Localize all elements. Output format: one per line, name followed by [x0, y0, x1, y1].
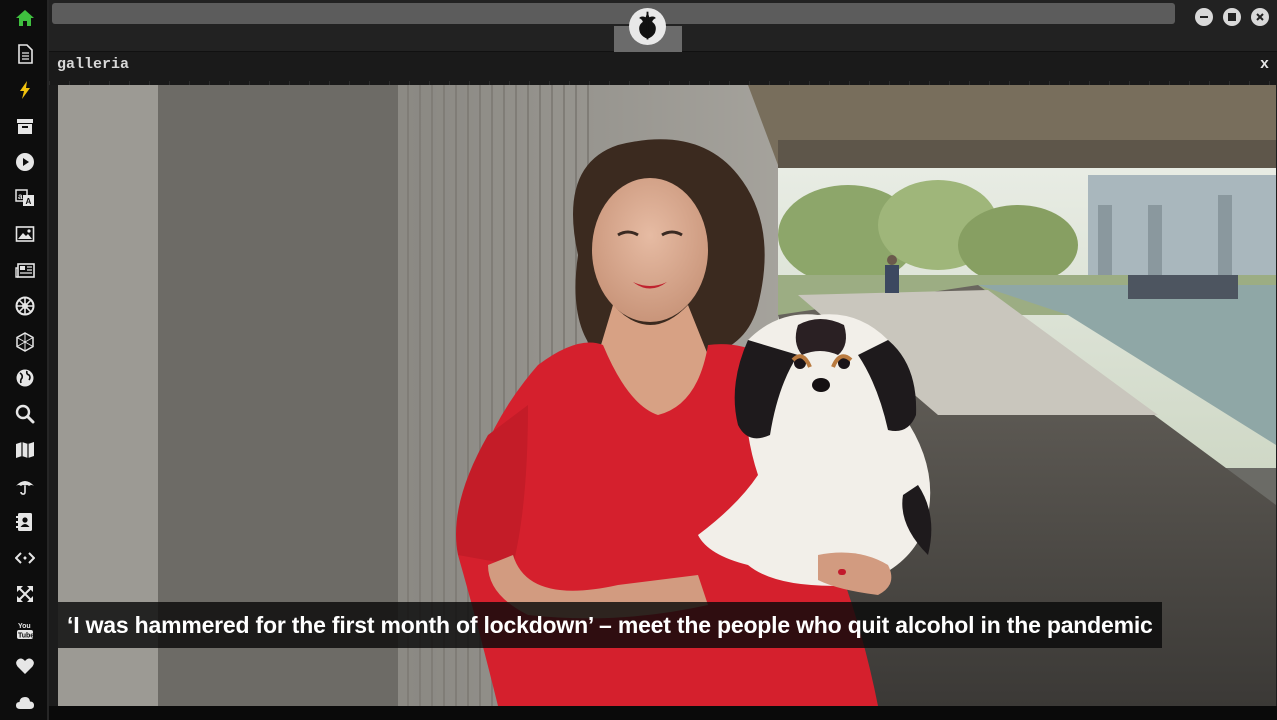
top-bar [49, 0, 1277, 52]
address-bar[interactable] [52, 3, 1175, 24]
umbrella-icon[interactable] [12, 473, 38, 499]
document-icon[interactable] [12, 41, 38, 67]
gallery-header: galleria x [49, 52, 1277, 85]
photo-caption: ‘I was hammered for the first month of l… [58, 602, 1162, 648]
sidebar: aA You Tube [0, 0, 49, 720]
map-icon[interactable] [12, 437, 38, 463]
address-book-icon[interactable] [12, 509, 38, 535]
archive-icon[interactable] [12, 113, 38, 139]
minimize-icon[interactable] [1195, 8, 1213, 26]
translate-icon[interactable]: aA [12, 185, 38, 211]
gallery-title: galleria [57, 56, 130, 73]
empire-icon[interactable] [12, 293, 38, 319]
globe-icon[interactable] [12, 365, 38, 391]
svg-text:a: a [18, 192, 23, 201]
image-icon[interactable] [12, 221, 38, 247]
heart-icon[interactable] [12, 653, 38, 679]
close-icon[interactable] [1251, 8, 1269, 26]
code-icon[interactable] [12, 545, 38, 571]
bottom-strip [49, 706, 1277, 720]
youtube-icon[interactable]: You Tube [12, 617, 38, 643]
rebel-alliance-logo[interactable] [629, 8, 666, 45]
fullscreen-icon[interactable] [12, 581, 38, 607]
svg-text:A: A [26, 197, 32, 206]
svg-text:You: You [18, 623, 31, 630]
play-icon[interactable] [12, 149, 38, 175]
lightning-icon[interactable] [12, 77, 38, 103]
search-icon[interactable] [12, 401, 38, 427]
newspaper-icon[interactable] [12, 257, 38, 283]
gallery-close-button[interactable]: x [1260, 56, 1269, 73]
maximize-icon[interactable] [1223, 8, 1241, 26]
home-icon[interactable] [12, 5, 38, 31]
hexagon-network-icon[interactable] [12, 329, 38, 355]
svg-text:Tube: Tube [18, 633, 34, 640]
cloud-icon[interactable] [12, 689, 38, 715]
